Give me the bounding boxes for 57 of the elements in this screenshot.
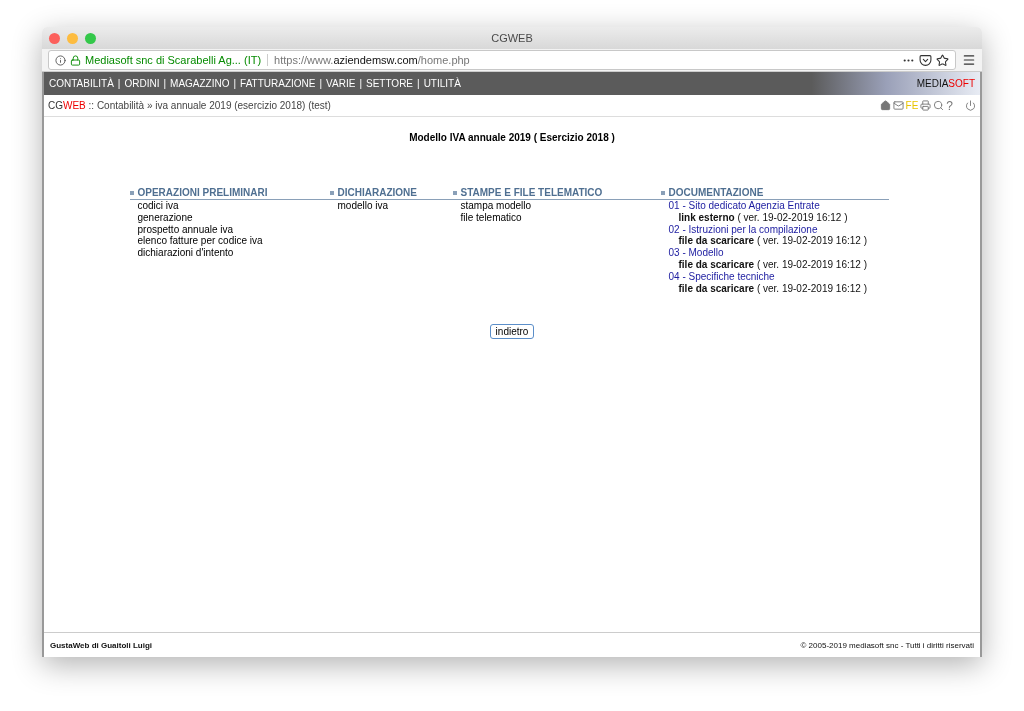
menu-link[interactable]: dichiarazioni d'intento — [129, 247, 330, 259]
menu-link[interactable]: VARIE — [326, 78, 356, 89]
separator: | — [417, 78, 420, 89]
info-icon — [55, 54, 66, 66]
menu-link[interactable]: elenco fatture per codice iva — [129, 235, 330, 248]
menu-link[interactable]: generazione — [129, 211, 330, 224]
page-title: Modello IVA annuale 2019 ( Esercizio 2018 ) — [409, 132, 615, 143]
bullet-icon — [660, 191, 665, 195]
separator: | — [319, 78, 323, 89]
document-info: file da scaricare ( ver. 19-02-2019 16:12 ) — [677, 259, 868, 271]
footer-author: GustaWeb di Guaitoli Luigi — [50, 640, 153, 650]
mail-icon[interactable] — [892, 100, 904, 111]
separator: | — [359, 78, 362, 89]
document-info: file da scaricare ( ver. 19-02-2019 16:12 ) — [677, 282, 868, 295]
separator: | — [117, 78, 121, 89]
menu-link[interactable]: codici iva — [129, 200, 330, 212]
help-link[interactable]: ? — [946, 98, 953, 113]
search-icon[interactable] — [933, 100, 945, 111]
section-heading: DICHIARAZIONE — [329, 187, 453, 200]
lock-icon — [70, 54, 81, 66]
section-heading: STAMPE E FILE TELEMATICO — [452, 187, 661, 200]
document-link[interactable]: 01 - Sito dedicato Agenzia Entrate — [660, 200, 889, 212]
back-button[interactable]: indietro — [489, 324, 535, 340]
bullet-icon — [452, 191, 457, 195]
home-icon[interactable] — [879, 100, 891, 111]
document-info: file da scaricare ( ver. 19-02-2019 16:12 ) — [677, 235, 868, 248]
section-heading: DOCUMENTAZIONE — [660, 187, 889, 200]
document-link[interactable]: 02 - Istruzioni per la compilazione — [660, 223, 889, 236]
logo: MEDIASOFT — [916, 78, 975, 89]
printer-icon[interactable] — [920, 100, 932, 111]
star-icon[interactable] — [936, 53, 949, 67]
menu-link[interactable]: UTILITÀ — [423, 78, 461, 89]
menu-link[interactable]: file telematico — [452, 211, 661, 224]
menu-link[interactable]: prospetto annuale iva — [129, 223, 330, 236]
separator: | — [163, 78, 167, 89]
separator: | — [233, 78, 237, 89]
menu-link[interactable]: MAGAZZINO — [170, 78, 230, 89]
bullet-icon — [329, 191, 334, 195]
document-link[interactable]: 04 - Specifiche tecniche — [660, 270, 889, 283]
menu-link[interactable]: CONTABILITÀ — [49, 78, 114, 89]
address-field[interactable]: Mediasoft snc di Scarabelli Ag... (IT) https://www.aziendemsw.com/home.php — [48, 50, 956, 70]
copyright: © 2005-2019 mediasoft snc - Tutti i diritti riservati — [800, 640, 974, 650]
menu-link[interactable]: SETTORE — [366, 78, 414, 89]
document-info: link esterno ( ver. 19-02-2019 16:12 ) — [677, 211, 849, 224]
menu-link[interactable]: stampa modello — [452, 200, 661, 212]
menu-icon[interactable] — [962, 53, 976, 67]
menu-link[interactable]: modello iva — [329, 200, 453, 212]
menu-link[interactable]: FATTURAZIONE — [240, 78, 316, 89]
bullet-icon — [129, 191, 134, 195]
power-icon[interactable] — [965, 100, 976, 111]
document-link[interactable]: 03 - Modello — [660, 247, 889, 259]
breadcrumb: :: Contabilità » iva annuale 2019 (esercizio 2018) (test) — [88, 100, 331, 111]
menu-link[interactable]: ORDINI — [124, 78, 160, 89]
window-title: CGWEB — [491, 32, 533, 44]
brand-logo: CGWEB — [48, 100, 86, 111]
section-heading: OPERAZIONI PRELIMINARI — [129, 187, 330, 200]
close-button[interactable] — [49, 32, 60, 44]
